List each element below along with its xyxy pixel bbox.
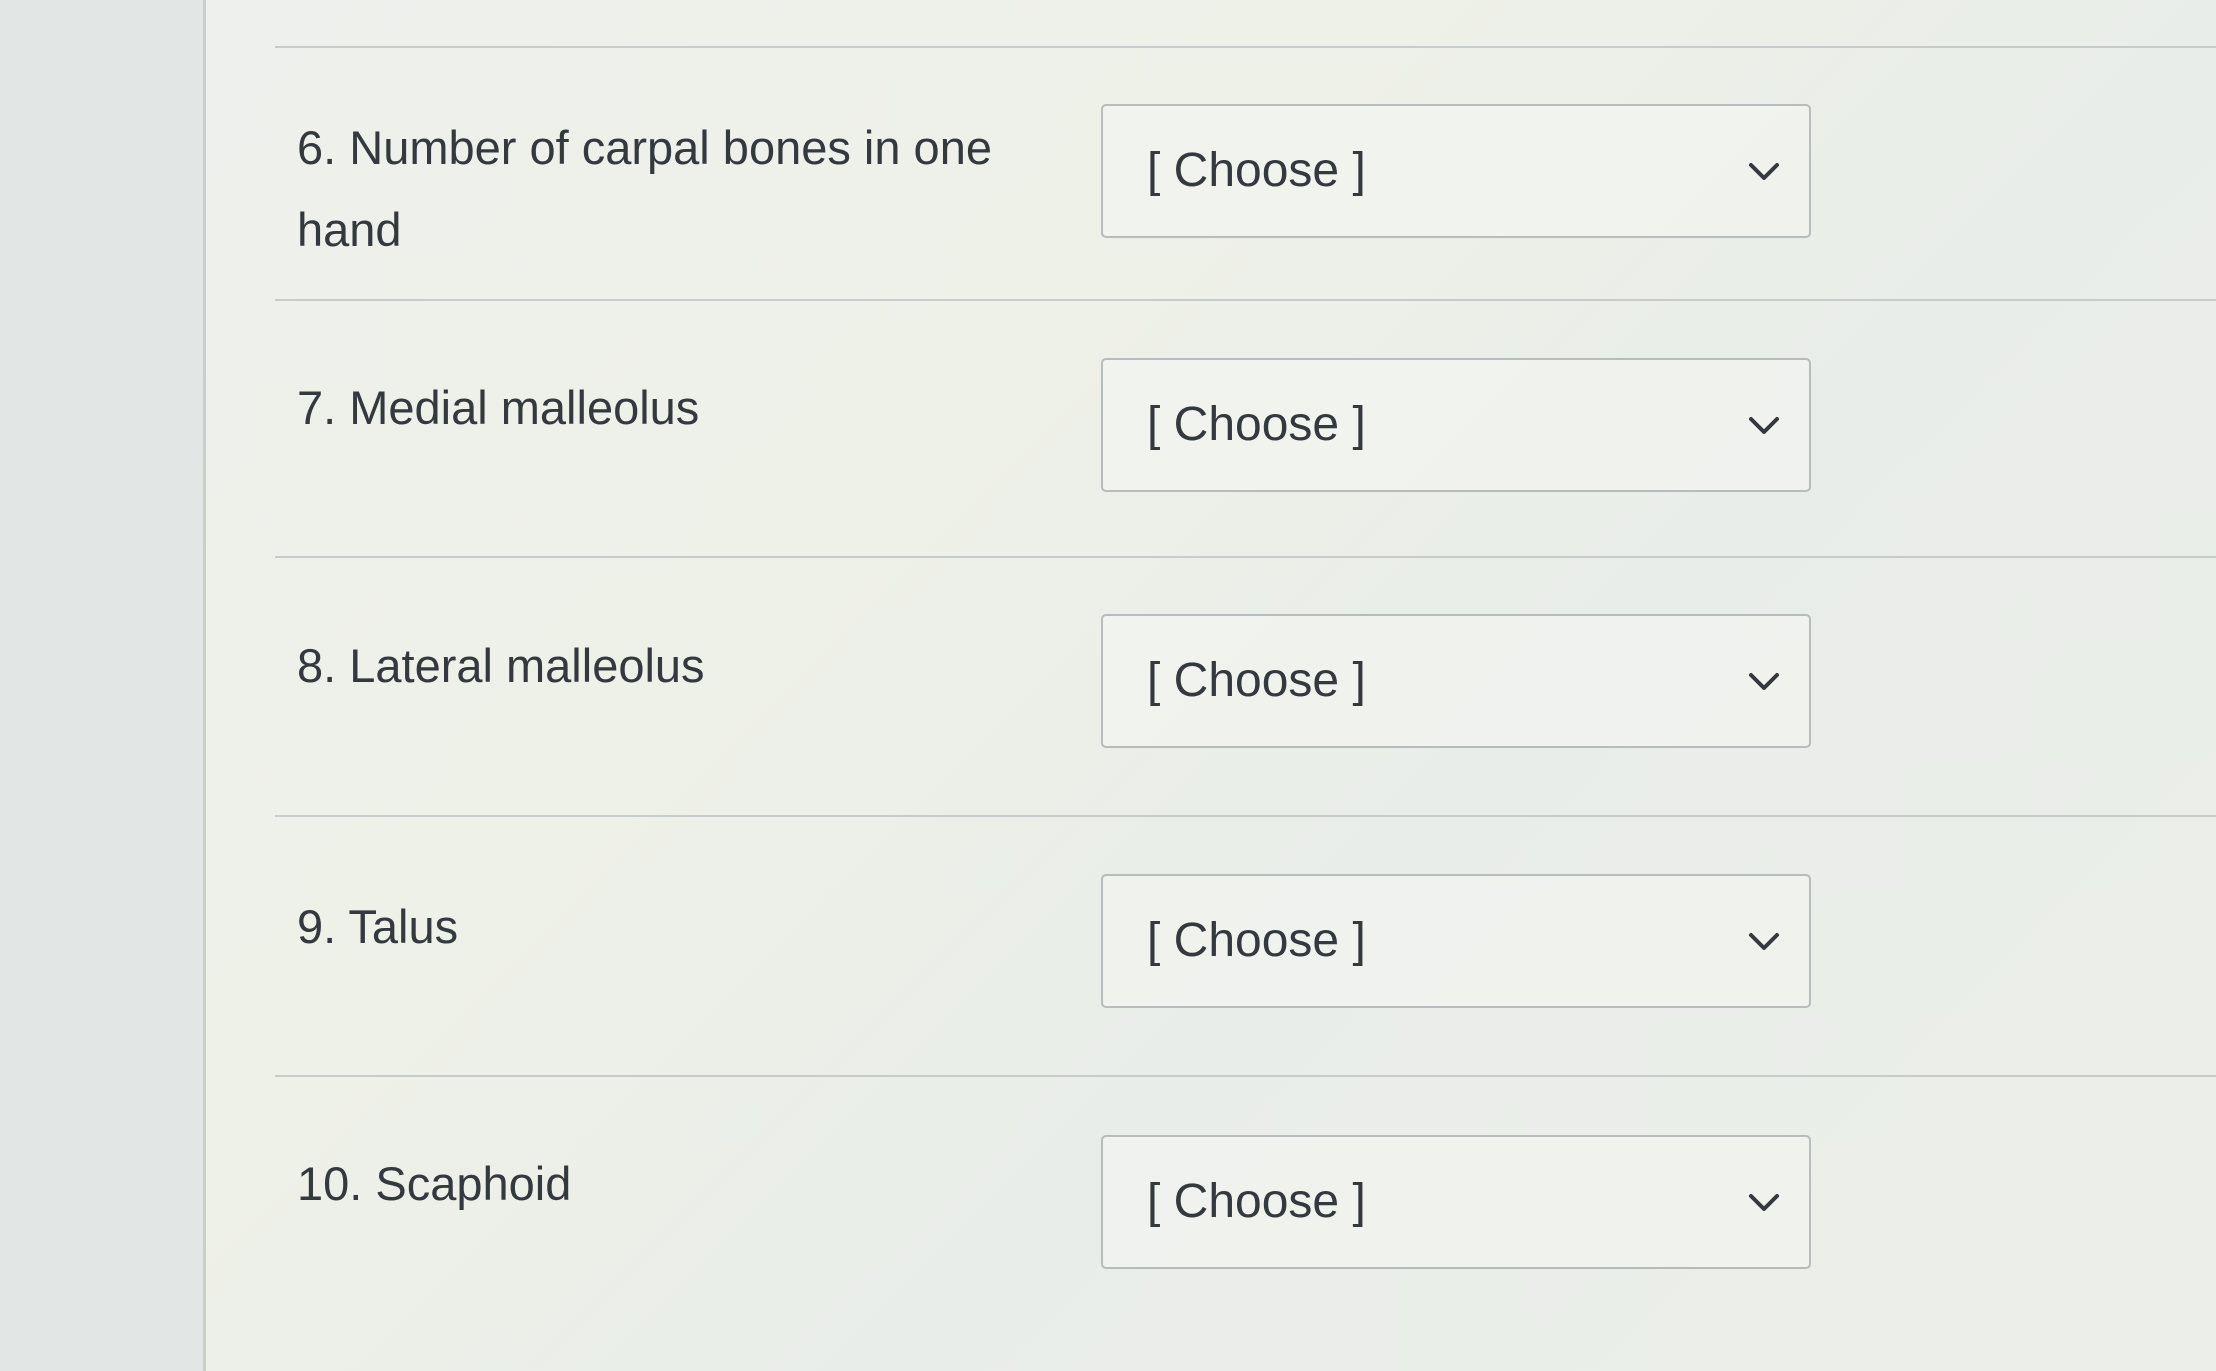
question-10-label: 10. Scaphoid: [297, 1157, 572, 1210]
question-7-select[interactable]: [ Choose ]: [1101, 358, 1811, 492]
chevron-down-icon: [1749, 163, 1779, 180]
question-10-select[interactable]: [ Choose ]: [1101, 1135, 1811, 1269]
question-8-select[interactable]: [ Choose ]: [1101, 614, 1811, 748]
chevron-down-icon: [1749, 417, 1779, 434]
question-6-label: 6. Number of carpal bones in one hand: [297, 121, 992, 256]
question-7-select-value: [ Choose ]: [1147, 398, 1366, 451]
divider: [275, 46, 2216, 48]
chevron-down-icon: [1749, 1194, 1779, 1211]
chevron-down-icon: [1749, 673, 1779, 690]
divider: [275, 815, 2216, 817]
chevron-down-icon: [1749, 933, 1779, 950]
divider: [275, 1075, 2216, 1077]
divider: [275, 299, 2216, 301]
divider: [275, 556, 2216, 558]
question-10-select-value: [ Choose ]: [1147, 1175, 1366, 1228]
question-9-label: 9. Talus: [297, 900, 459, 953]
question-6-select[interactable]: [ Choose ]: [1101, 104, 1811, 238]
question-7-label: 7. Medial malleolus: [297, 381, 700, 434]
question-8-label: 8. Lateral malleolus: [297, 639, 705, 692]
question-9-select-value: [ Choose ]: [1147, 914, 1366, 967]
question-6-select-value: [ Choose ]: [1147, 144, 1366, 197]
left-gutter: [0, 0, 203, 1371]
question-9-select[interactable]: [ Choose ]: [1101, 874, 1811, 1008]
question-8-select-value: [ Choose ]: [1147, 654, 1366, 707]
